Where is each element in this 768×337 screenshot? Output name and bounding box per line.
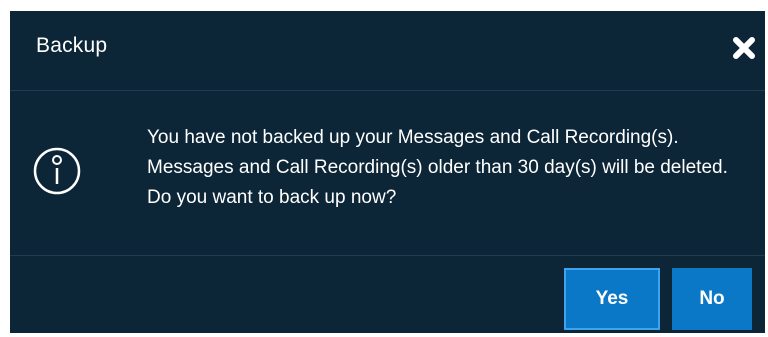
backup-dialog: Backup You have not backed up your Messa… [10, 11, 765, 333]
dialog-body: You have not backed up your Messages and… [10, 91, 765, 256]
dialog-title: Backup [36, 34, 108, 57]
yes-button[interactable]: Yes [564, 268, 660, 330]
no-button[interactable]: No [672, 268, 752, 330]
dialog-footer: Yes No [10, 256, 765, 333]
info-icon [32, 146, 82, 196]
close-icon[interactable] [731, 35, 757, 61]
dialog-message: You have not backed up your Messages and… [147, 127, 728, 208]
dialog-header: Backup [10, 11, 765, 91]
